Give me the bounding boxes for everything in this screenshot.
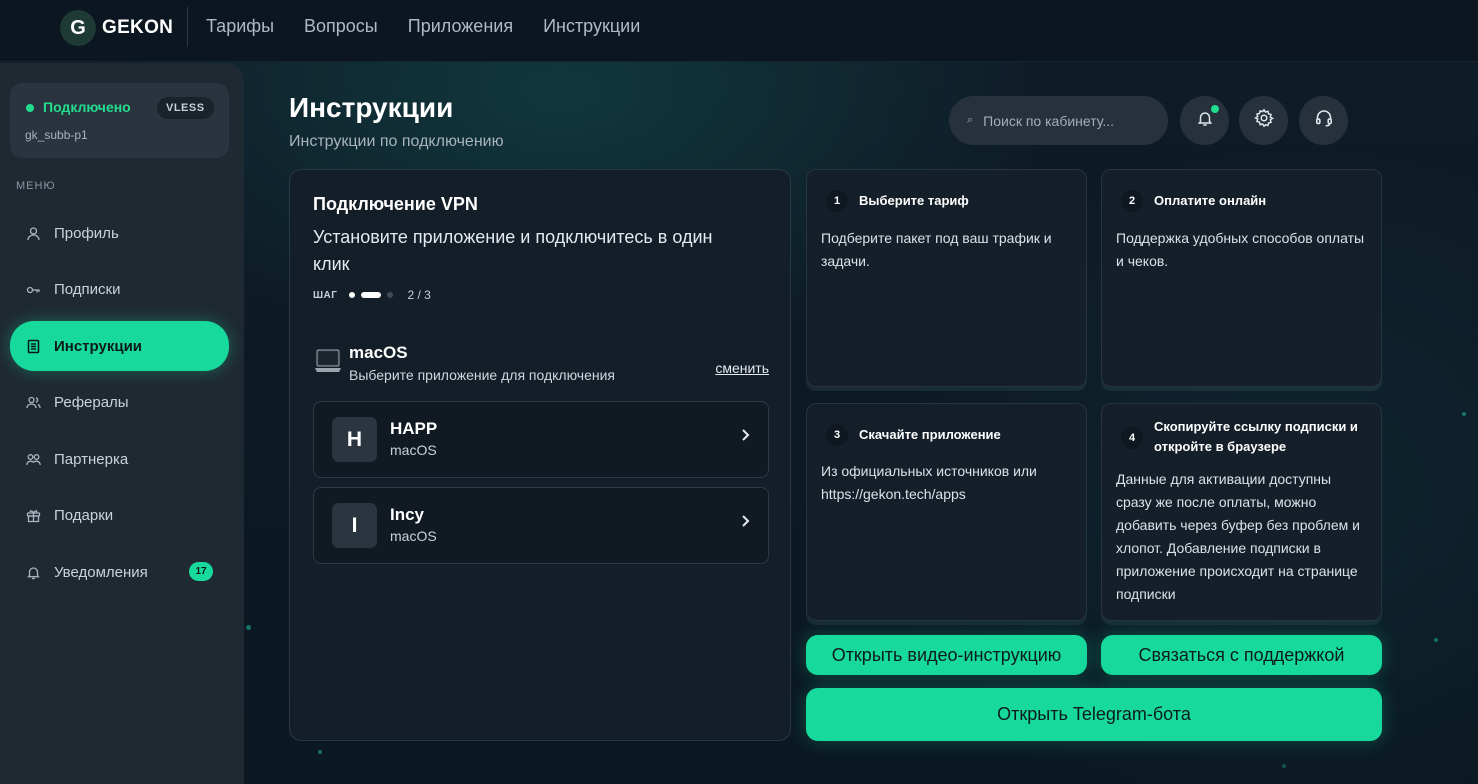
step-count: 2 / 3 — [407, 288, 431, 302]
page-title: Инструкции — [289, 92, 454, 123]
step-number: 2 — [1121, 190, 1143, 212]
step-number: 1 — [826, 190, 848, 212]
notifications-count-badge: 17 — [189, 562, 213, 581]
top-divider — [187, 7, 188, 47]
sidebar-item-label: Подарки — [54, 506, 114, 524]
app-letter-icon: I — [332, 503, 377, 548]
video-instruction-button[interactable]: Открыть видео-инструкцию — [806, 635, 1087, 675]
app-option-happ[interactable]: H HAPP macOS — [313, 401, 769, 478]
step-number: 3 — [826, 424, 848, 446]
search-input[interactable] — [983, 112, 1154, 129]
status-username: gk_subb-p1 — [25, 128, 88, 142]
step-card-3: 3 Скачайте приложение Из официальных ист… — [806, 403, 1087, 621]
logo-mark-icon: G — [60, 10, 96, 46]
status-label: Подключено — [43, 99, 131, 115]
step-title: Выберите тариф — [859, 193, 969, 208]
step-word: ШАГ — [313, 289, 338, 301]
step-number: 4 — [1121, 427, 1143, 449]
top-nav: Тарифы Вопросы Приложения Инструкции — [206, 16, 640, 37]
sidebar-item-label: Партнерка — [54, 450, 129, 468]
key-icon — [26, 282, 41, 297]
decor-dot — [1462, 412, 1466, 416]
telegram-bot-button[interactable]: Открыть Telegram-бота — [806, 688, 1382, 741]
step-indicator: ШАГ 2 / 3 — [313, 288, 431, 302]
vpn-connection-panel: Подключение VPN Установите приложение и … — [289, 169, 791, 741]
change-os-link[interactable]: сменить — [715, 360, 769, 376]
panel-description: Установите приложение и подключитесь в о… — [313, 227, 713, 274]
chevron-right-icon — [740, 514, 750, 533]
laptop-icon — [315, 348, 341, 374]
top-bar: G GEKON Тарифы Вопросы Приложения Инстру… — [0, 0, 1478, 62]
search-icon: ⌕ — [967, 114, 974, 126]
bell-icon — [1196, 109, 1214, 132]
app-os: macOS — [390, 528, 437, 544]
sidebar-item-gifts[interactable]: Подарки — [10, 491, 229, 539]
notification-indicator — [1211, 105, 1219, 113]
step-text: Данные для активации доступны сразу же п… — [1116, 471, 1360, 602]
user-icon — [26, 226, 41, 241]
bell-icon — [26, 565, 41, 580]
step-text: Подберите пакет под ваш трафик и задачи. — [821, 230, 1052, 269]
step-dot — [349, 292, 356, 298]
step-dot — [387, 292, 394, 298]
decor-dot — [1282, 764, 1286, 768]
panel-title: Подключение VPN — [313, 194, 478, 214]
top-nav-tariffs[interactable]: Тарифы — [206, 16, 274, 37]
sidebar-item-label: Рефералы — [54, 393, 129, 411]
app-name: HAPP — [390, 419, 438, 438]
step-text: Поддержка удобных способов оплаты и чеко… — [1116, 230, 1365, 269]
app-os: macOS — [390, 442, 437, 458]
os-selector: macOS Выберите приложение для подключени… — [313, 342, 769, 386]
logo-text: GEKON — [102, 17, 174, 38]
step-card-1: 1 Выберите тариф Подберите пакет под ваш… — [806, 169, 1087, 387]
partners-icon — [26, 452, 41, 467]
sidebar-item-referrals[interactable]: Рефералы — [10, 378, 229, 426]
step-title: Оплатите онлайн — [1154, 193, 1267, 208]
gift-icon — [26, 508, 41, 523]
sidebar-item-label: Подписки — [54, 280, 121, 298]
headset-icon — [1314, 108, 1334, 133]
search-box[interactable]: ⌕ — [949, 96, 1168, 145]
step-title: Скопируйте ссылку подписки и откройте в … — [1154, 419, 1358, 454]
decor-dot — [318, 750, 322, 754]
sidebar-item-partners[interactable]: Партнерка — [10, 435, 229, 483]
chevron-right-icon — [740, 428, 750, 447]
protocol-badge: VLESS — [157, 97, 214, 119]
users-icon — [26, 395, 41, 410]
step-card-2: 2 Оплатите онлайн Поддержка удобных спос… — [1101, 169, 1382, 387]
sidebar-item-profile[interactable]: Профиль — [10, 209, 229, 257]
sidebar: Подключено VLESS gk_subb-p1 МЕНЮ Профиль… — [0, 63, 244, 784]
step-card-4: 4 Скопируйте ссылку подписки и откройте … — [1101, 403, 1382, 621]
os-name: macOS — [349, 343, 408, 362]
document-icon — [26, 339, 41, 354]
gear-icon — [1253, 108, 1274, 133]
sidebar-item-subscriptions[interactable]: Подписки — [10, 265, 229, 313]
app-option-incy[interactable]: I Incy macOS — [313, 487, 769, 564]
os-hint: Выберите приложение для подключения — [349, 367, 615, 383]
step-title: Скачайте приложение — [859, 427, 1001, 442]
decor-dot — [246, 625, 251, 630]
page-subtitle: Инструкции по подключению — [289, 133, 504, 150]
decor-dot — [1434, 638, 1438, 642]
settings-button[interactable] — [1239, 96, 1288, 145]
menu-heading: МЕНЮ — [16, 180, 56, 192]
top-nav-questions[interactable]: Вопросы — [304, 16, 378, 37]
notifications-button[interactable] — [1180, 96, 1229, 145]
contact-support-button[interactable]: Связаться с поддержкой — [1101, 635, 1382, 675]
sidebar-item-label: Инструкции — [54, 337, 143, 355]
app-name: Incy — [390, 505, 425, 524]
sidebar-item-label: Профиль — [54, 224, 119, 242]
sidebar-item-label: Уведомления — [54, 563, 148, 581]
top-nav-instructions[interactable]: Инструкции — [543, 16, 640, 37]
status-dot-icon — [26, 104, 34, 112]
sidebar-item-instructions[interactable]: Инструкции — [10, 321, 229, 371]
connection-status-card: Подключено VLESS gk_subb-p1 — [10, 83, 229, 158]
top-nav-apps[interactable]: Приложения — [408, 16, 513, 37]
app-letter-icon: H — [332, 417, 377, 462]
support-button[interactable] — [1299, 96, 1348, 145]
step-dot-current — [361, 292, 382, 298]
sidebar-item-notifications[interactable]: Уведомления 17 — [10, 548, 229, 596]
step-text: Из официальных источников или https://ge… — [821, 463, 1037, 502]
logo[interactable]: G GEKON — [60, 10, 173, 46]
